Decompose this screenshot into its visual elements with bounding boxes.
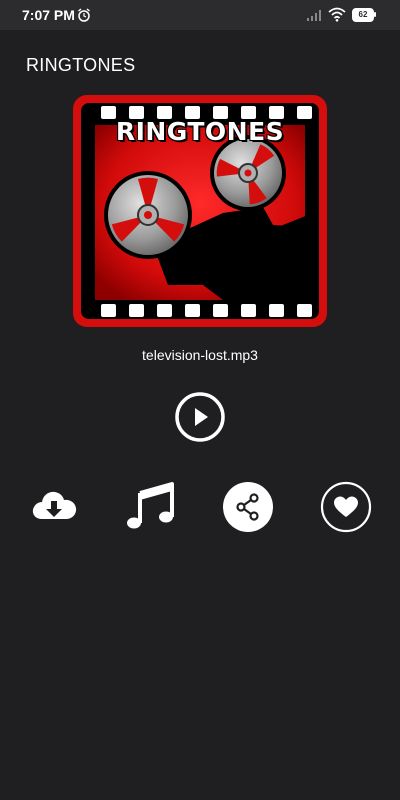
- alarm-clock-icon: [78, 8, 90, 22]
- share-icon: [223, 482, 273, 532]
- album-artwork: RINGTONES: [73, 95, 327, 327]
- wifi-icon: [328, 7, 346, 22]
- battery-level: 62: [352, 8, 374, 22]
- track-file-name: television-lost.mp3: [142, 347, 258, 363]
- share-button[interactable]: [222, 481, 274, 533]
- music-note-icon: [127, 482, 174, 529]
- status-bar: 7:07 PM 62: [0, 0, 400, 30]
- ringtone-player-screen: 7:07 PM 62 RINGTONES RINGTONES televisio…: [0, 0, 400, 800]
- heart-icon: [320, 481, 372, 533]
- download-button[interactable]: [28, 481, 80, 533]
- app-title: RINGTONES: [26, 55, 136, 75]
- status-time: 7:07 PM: [22, 7, 75, 23]
- play-button[interactable]: [174, 391, 226, 443]
- battery-tip: [374, 12, 376, 17]
- artwork-title: RINGTONES: [115, 117, 285, 146]
- cloud-download-icon: [32, 491, 77, 519]
- signal-strength-icon: [307, 10, 321, 21]
- favorite-button[interactable]: [320, 481, 372, 533]
- music-button[interactable]: [124, 481, 176, 533]
- battery-indicator: 62: [352, 8, 376, 22]
- play-icon: [175, 392, 225, 442]
